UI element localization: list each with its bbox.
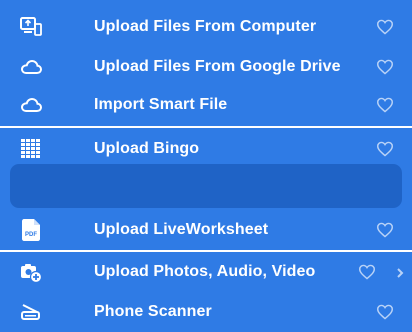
menu-item-label: Upload LiveWorksheet [94,221,269,238]
menu-item-upload-files-from-computer[interactable]: Upload Files From Computer [0,7,412,47]
chevron-right-icon[interactable] [395,266,405,278]
menu-divider [0,126,412,128]
menu-item-upload-liveworksheet[interactable]: PDF Upload LiveWorksheet [0,210,412,250]
cloud-icon [20,56,42,78]
computer-upload-icon [20,16,42,38]
heart-icon[interactable] [376,141,394,157]
menu-item-import-smart-file[interactable]: Import Smart File [0,85,412,125]
heart-icon[interactable] [358,264,376,280]
heart-icon[interactable] [376,59,394,75]
upload-menu: Upload Files From Computer Upload Files … [0,0,412,324]
heart-icon[interactable] [376,19,394,35]
heart-icon[interactable] [376,304,394,320]
media-upload-icon [20,261,42,283]
pdf-file-icon: PDF [20,219,42,241]
bingo-grid-icon [20,138,42,160]
highlight-placeholder [10,164,402,208]
menu-item-label: Upload Files From Computer [94,18,317,35]
svg-text:PDF: PDF [25,232,37,238]
cloud-icon [20,94,42,116]
menu-item-phone-scanner[interactable]: Phone Scanner [0,292,412,332]
heart-icon[interactable] [376,222,394,238]
menu-item-upload-bingo[interactable]: Upload Bingo [0,129,412,169]
menu-item-label: Upload Files From Google Drive [94,58,341,75]
menu-item-upload-files-from-google-drive[interactable]: Upload Files From Google Drive [0,47,412,87]
menu-item-label: Import Smart File [94,96,228,113]
menu-item-upload-photos-audio-video[interactable]: Upload Photos, Audio, Video [0,252,412,292]
scanner-icon [20,301,42,323]
heart-icon[interactable] [376,97,394,113]
menu-item-label: Phone Scanner [94,303,212,320]
menu-item-label: Upload Bingo [94,140,200,157]
menu-item-label: Upload Photos, Audio, Video [94,263,316,280]
